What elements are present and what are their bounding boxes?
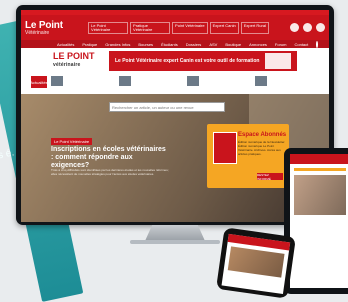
news-item[interactable]: [255, 76, 319, 90]
hero-section: Le Point Vétérinaire Inscriptions en éco…: [21, 94, 329, 222]
nav-item[interactable]: Grandes Infos: [105, 42, 130, 47]
monitor-stand: [145, 225, 205, 241]
search-icon[interactable]: [316, 40, 319, 48]
banner-logo-line1: LE POINT: [53, 51, 95, 61]
header-link[interactable]: Pratique Vétérinaire: [130, 21, 171, 34]
hero-title[interactable]: Inscriptions en écoles vétérinaires : co…: [51, 146, 169, 170]
phone-article-image: [227, 246, 285, 278]
news-item[interactable]: [119, 76, 183, 90]
nav-item[interactable]: Bourses: [138, 42, 153, 47]
news-thumbnail: [119, 76, 131, 86]
nav-item[interactable]: Forum: [275, 42, 287, 47]
banner-logo-line2: vétérinaire: [53, 62, 81, 68]
news-tag[interactable]: Actualités: [30, 76, 48, 88]
banner-logo[interactable]: LE POINT vétérinaire: [53, 52, 109, 70]
banner-ad-text: Le Point Vétérinaire expert Canin est vo…: [115, 58, 260, 64]
nav-item[interactable]: Pratique: [82, 42, 97, 47]
nav-item[interactable]: Boutique: [225, 42, 241, 47]
news-row: Actualités: [21, 74, 329, 92]
search-input[interactable]: [109, 102, 225, 112]
nav-item[interactable]: Dossiers: [186, 42, 202, 47]
tablet-device: [284, 148, 348, 294]
nav-item[interactable]: Contact: [294, 42, 308, 47]
subscription-title: Espace Abonnés: [238, 132, 287, 138]
main-navigation: Actualités Pratique Grandes Infos Bourse…: [21, 40, 329, 48]
magazine-cover: [213, 132, 237, 164]
news-item[interactable]: [187, 76, 251, 90]
tablet-accent-bar: [294, 168, 346, 171]
subscription-description: Édition numérique de la Newsletter. Édit…: [238, 140, 286, 156]
header-link[interactable]: Le Point Vétérinaire: [88, 21, 129, 34]
subscription-button[interactable]: RESTEZ INFORMÉ: [257, 173, 283, 181]
subscription-panel: Espace Abonnés Édition numérique de la N…: [207, 124, 289, 188]
monitor-screen: Le Point Vétérinaire Le Point Vétérinair…: [21, 10, 329, 222]
phone-device: [216, 227, 296, 299]
header-icons: [290, 23, 325, 32]
tablet-screen: [290, 154, 348, 288]
site-logo[interactable]: Le Point Vétérinaire: [25, 20, 67, 36]
user-icon[interactable]: [290, 23, 299, 32]
phone-screen: [221, 233, 291, 295]
nav-item[interactable]: Annonces: [249, 42, 267, 47]
monitor-base: [130, 240, 220, 244]
site-header: Le Point Vétérinaire Le Point Vétérinair…: [21, 15, 329, 40]
header-link[interactable]: Expert Rural: [240, 21, 269, 34]
header-link[interactable]: Point Vétérinaire: [172, 21, 208, 34]
hero-text: Trois à cinq difficultés sont identifiée…: [51, 168, 169, 176]
nav-item[interactable]: ASV: [209, 42, 217, 47]
menu-icon[interactable]: [316, 23, 325, 32]
news-thumbnail: [187, 76, 199, 86]
banner-ad-image: [265, 53, 291, 69]
news-thumbnail: [255, 76, 267, 86]
nav-item[interactable]: Étudiants: [161, 42, 178, 47]
header-links: Le Point Vétérinaire Pratique Vétérinair…: [67, 21, 290, 34]
hero-category-tag[interactable]: Le Point Vétérinaire: [51, 138, 93, 145]
logo-subtitle: Vétérinaire: [25, 29, 50, 36]
tablet-article-image: [294, 175, 346, 215]
promo-banner: LE POINT vétérinaire Le Point Vétérinair…: [21, 48, 329, 74]
news-thumbnail: [51, 76, 63, 86]
cart-icon[interactable]: [303, 23, 312, 32]
header-link[interactable]: Expert Canin: [209, 21, 239, 34]
logo-title: Le Point: [25, 19, 63, 31]
tablet-header: [290, 154, 348, 164]
nav-item[interactable]: Actualités: [57, 42, 74, 47]
banner-ad[interactable]: Le Point Vétérinaire expert Canin est vo…: [109, 51, 297, 71]
news-item[interactable]: [51, 76, 115, 90]
